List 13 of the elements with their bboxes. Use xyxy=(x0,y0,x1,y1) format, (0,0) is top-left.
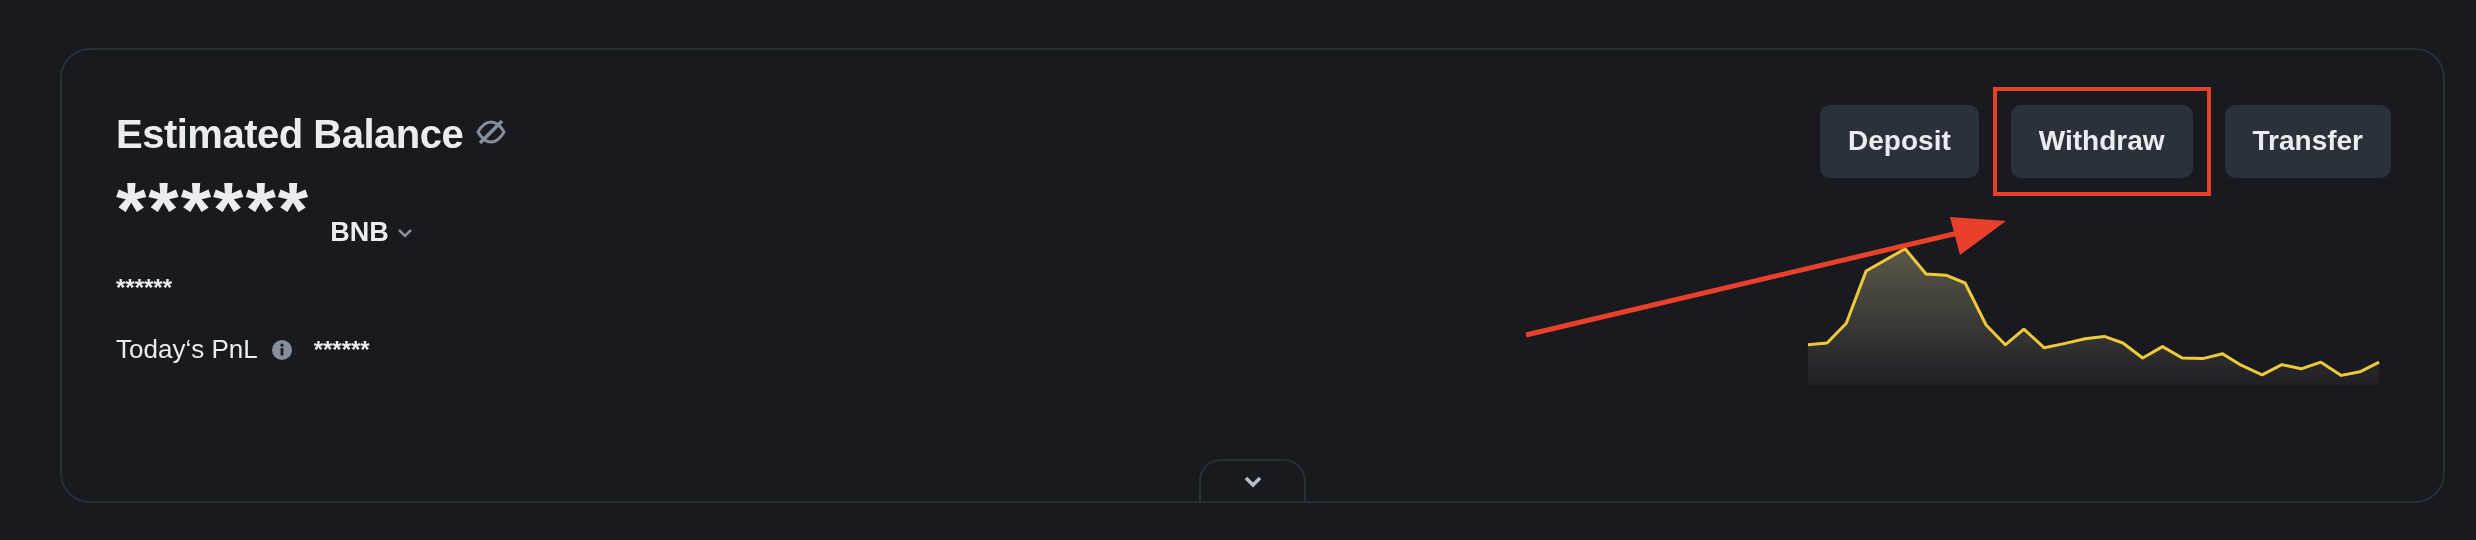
card-title: Estimated Balance xyxy=(116,111,464,157)
info-icon xyxy=(271,339,292,360)
pnl-label: Today‘s PnL xyxy=(116,334,258,365)
action-button[interactable]: Withdraw xyxy=(2010,104,2193,178)
chevron-icon xyxy=(396,227,413,238)
currency-selector[interactable]: BNB xyxy=(330,217,413,248)
pnl-value: ****** xyxy=(313,335,370,364)
chevron-down-icon xyxy=(1243,476,1262,488)
secondary-amount: ****** xyxy=(116,274,174,302)
action-button[interactable]: Transfer xyxy=(2224,104,2391,178)
expand-toggle[interactable] xyxy=(1199,459,1306,503)
balance-amount: ****** xyxy=(116,178,311,242)
action-button[interactable]: Deposit xyxy=(1820,104,1979,178)
